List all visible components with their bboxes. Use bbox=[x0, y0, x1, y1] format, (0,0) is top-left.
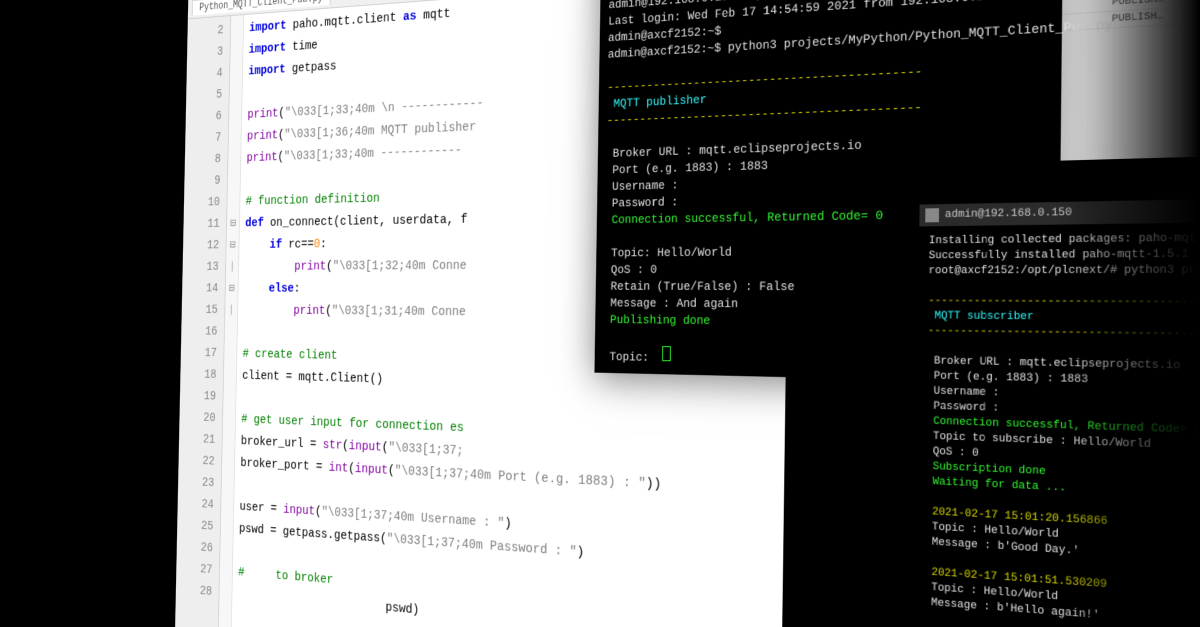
terminal-output[interactable]: Installing collected packages: paho-mqtt… bbox=[914, 220, 1200, 627]
code-area[interactable]: import paho.mqtt.client as mqttimport ti… bbox=[231, 0, 792, 627]
